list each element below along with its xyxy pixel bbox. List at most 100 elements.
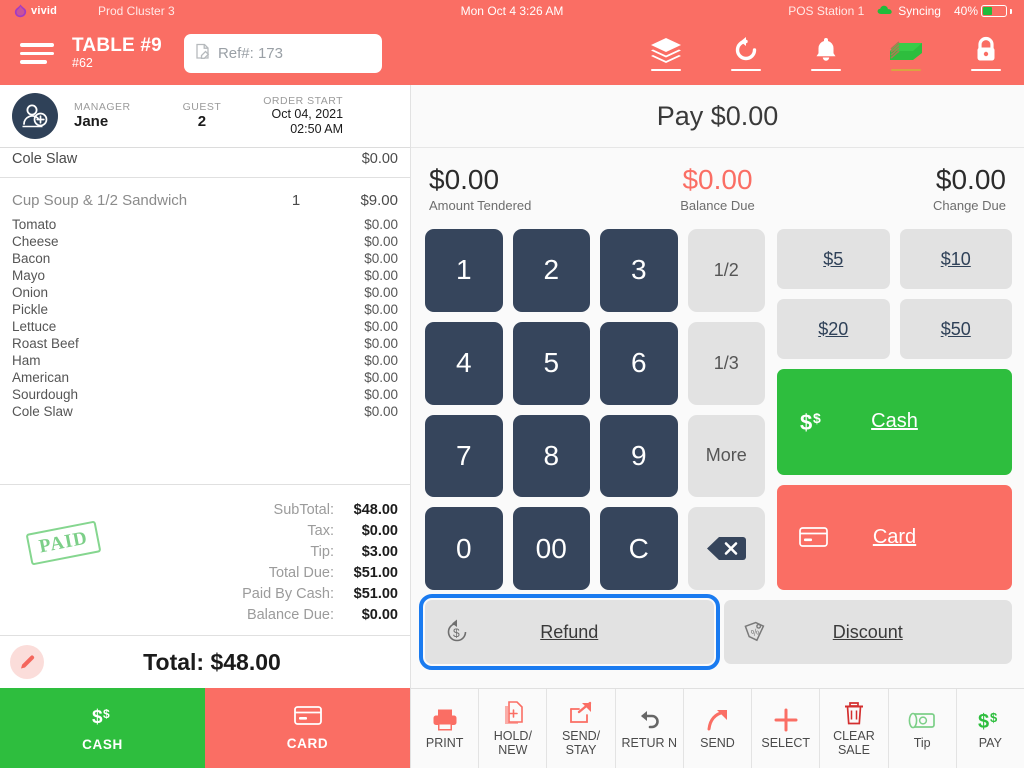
toolbar-label: RETUR N [621,736,678,750]
ref-input[interactable]: Ref#: 173 [183,34,382,73]
order-item-list[interactable]: Cole Slaw $0.00 Cup Soup & 1/2 Sandwich … [0,148,410,484]
toolbar-pay[interactable]: $ $ PAY [957,689,1024,768]
manager-block: MANAGER Jane [74,101,131,132]
modifier-name: American [12,370,70,385]
order-footer: $ $ CASH CARD [0,688,410,768]
edit-icon[interactable] [10,645,44,679]
backspace-key[interactable] [687,507,765,590]
modifier-name: Sourdough [12,387,79,402]
toolbar-tip[interactable]: Tip [889,689,957,768]
keypad-key-5[interactable]: 5 [512,321,590,405]
svg-text:$: $ [813,410,821,426]
manager-label: MANAGER [74,100,131,113]
modifier-row[interactable]: Lettuce $0.00 [0,318,410,335]
modifier-name: Cole Slaw [12,404,73,419]
send-icon [705,707,729,733]
guest-block: GUEST 2 [183,101,222,132]
modifier-row[interactable]: Roast Beef $0.00 [0,335,410,352]
menu-button[interactable] [20,41,54,67]
balance-due-label: Balance Due [680,198,755,213]
svg-text:$: $ [103,707,110,721]
main-body: MANAGER Jane GUEST 2 ORDER START Oct 04,… [0,85,1024,768]
toolbar-clear-sale[interactable]: CLEAR SALE [820,689,889,768]
discount-button[interactable]: % Discount [723,600,1012,664]
modifier-row[interactable]: Bacon $0.00 [0,250,410,267]
modifier-name: Pickle [12,302,49,317]
modifier-row[interactable]: Cole Slaw $0.00 [0,403,410,420]
keypad-key-9[interactable]: 9 [600,414,678,498]
divider [0,177,410,178]
total-label: Tax: [307,522,334,539]
card-payment-button[interactable]: Card [777,484,1012,590]
toolbar-select[interactable]: SELECT [752,689,821,768]
status-bar-right: POS Station 1 Syncing 40% [788,4,1012,18]
total-value: $51.00 [353,585,398,602]
toolbar-retur-n[interactable]: RETUR N [616,689,684,768]
modifier-row[interactable]: Ham $0.00 [0,352,410,369]
change-due-value: $0.00 [935,164,1006,195]
cash-button-footer[interactable]: $ $ CASH [0,688,205,768]
total-value: $3.00 [361,543,398,560]
table-info[interactable]: TABLE #9 #62 [72,36,162,70]
keypad-key-c[interactable]: C [600,507,678,590]
payment-actions: $5 $10 $20 $50 $ $ Cash Card [777,229,1012,600]
table-title: TABLE #9 [72,35,162,57]
modifier-price: $0.00 [364,302,398,317]
order-start-label: ORDER START [263,94,344,107]
keypad-key-7[interactable]: 7 [425,414,503,498]
refund-button[interactable]: $ Refund [419,594,720,670]
lock-icon[interactable] [964,36,1008,72]
bell-icon[interactable] [804,36,848,72]
send-stay-icon [568,700,594,726]
keypad-key-1-2[interactable]: 1/2 [687,229,765,312]
keypad-key-1[interactable]: 1 [425,229,503,312]
list-item[interactable]: Cup Soup & 1/2 Sandwich 1 $9.00 [0,185,410,216]
modifier-row[interactable]: Tomato $0.00 [0,216,410,233]
card-button-footer[interactable]: CARD [205,688,410,768]
sync-label: Syncing [898,4,941,18]
quick-amount-50[interactable]: $50 [899,299,1012,359]
toolbar-print[interactable]: PRINT [411,689,480,768]
page-title: Pay $0.00 [411,85,1024,148]
keypad-key-6[interactable]: 6 [600,321,678,405]
modifier-row[interactable]: American $0.00 [0,369,410,386]
cash-stack-icon[interactable] [884,36,928,72]
keypad-key-0[interactable]: 0 [425,507,503,590]
toolbar-send[interactable]: SEND [684,689,753,768]
keypad-key-00[interactable]: 00 [512,507,590,590]
item-price: $9.00 [360,192,398,209]
modifier-row[interactable]: Sourdough $0.00 [0,386,410,403]
cash-footer-label: CASH [82,736,123,752]
quick-amount-20[interactable]: $20 [777,299,890,359]
keypad-key-2[interactable]: 2 [512,229,590,312]
keypad-key-more[interactable]: More [687,414,765,498]
keypad-key-4[interactable]: 4 [425,321,503,405]
quick-amount-row: $20 $50 [777,299,1012,359]
table-number: #62 [72,56,93,71]
refresh-icon[interactable] [724,36,768,72]
keypad-key-1-3[interactable]: 1/3 [687,321,765,405]
svg-text:$: $ [800,410,812,435]
payment-panel: Pay $0.00 $0.00 Amount Tendered $0.00 Ba… [411,85,1024,768]
list-item[interactable]: Cole Slaw $0.00 [0,148,410,170]
toolbar-send-stay[interactable]: SEND/ STAY [547,689,616,768]
modifier-row[interactable]: Mayo $0.00 [0,267,410,284]
keypad-key-3[interactable]: 3 [600,229,678,312]
keypad-key-8[interactable]: 8 [512,414,590,498]
total-label: Paid By Cash: [242,585,334,602]
modifier-name: Onion [12,285,49,300]
cloud-icon [877,4,893,18]
modifier-row[interactable]: Pickle $0.00 [0,301,410,318]
trash-icon [843,700,865,726]
cash-payment-button[interactable]: $ $ Cash [777,369,1012,475]
avatar[interactable] [12,93,58,139]
layers-icon[interactable] [644,36,688,72]
modifier-row[interactable]: Cheese $0.00 [0,233,410,250]
quick-amount-5[interactable]: $5 [777,229,890,289]
battery-icon [981,5,1007,17]
quick-amount-10[interactable]: $10 [899,229,1012,289]
hold-new-icon [501,700,525,726]
svg-text:$: $ [92,707,103,727]
toolbar-hold-new[interactable]: HOLD/ NEW [479,689,548,768]
modifier-row[interactable]: Onion $0.00 [0,284,410,301]
